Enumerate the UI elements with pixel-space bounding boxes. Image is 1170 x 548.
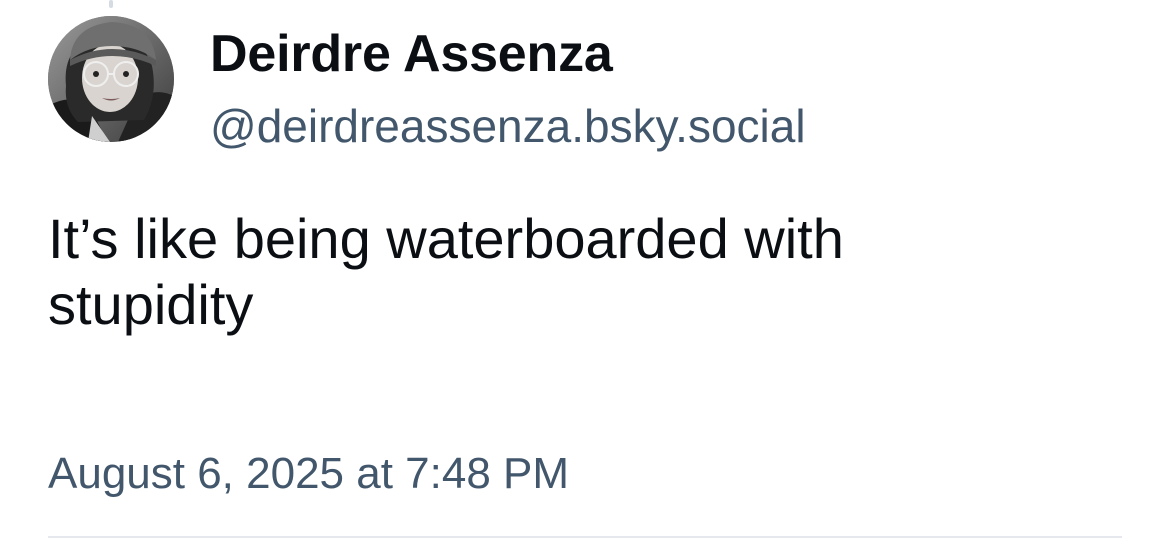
author-display-name[interactable]: Deirdre Assenza <box>210 24 613 84</box>
post-timestamp: August 6, 2025 at 7:48 PM <box>48 449 570 498</box>
divider <box>48 536 1122 538</box>
author-handle[interactable]: @deirdreassenza.bsky.social <box>210 98 806 154</box>
post-text: It’s like being waterboarded with stupid… <box>48 207 860 336</box>
avatar-photo-icon <box>48 16 174 142</box>
author-avatar[interactable] <box>48 16 174 142</box>
thread-connector-line <box>109 0 113 8</box>
